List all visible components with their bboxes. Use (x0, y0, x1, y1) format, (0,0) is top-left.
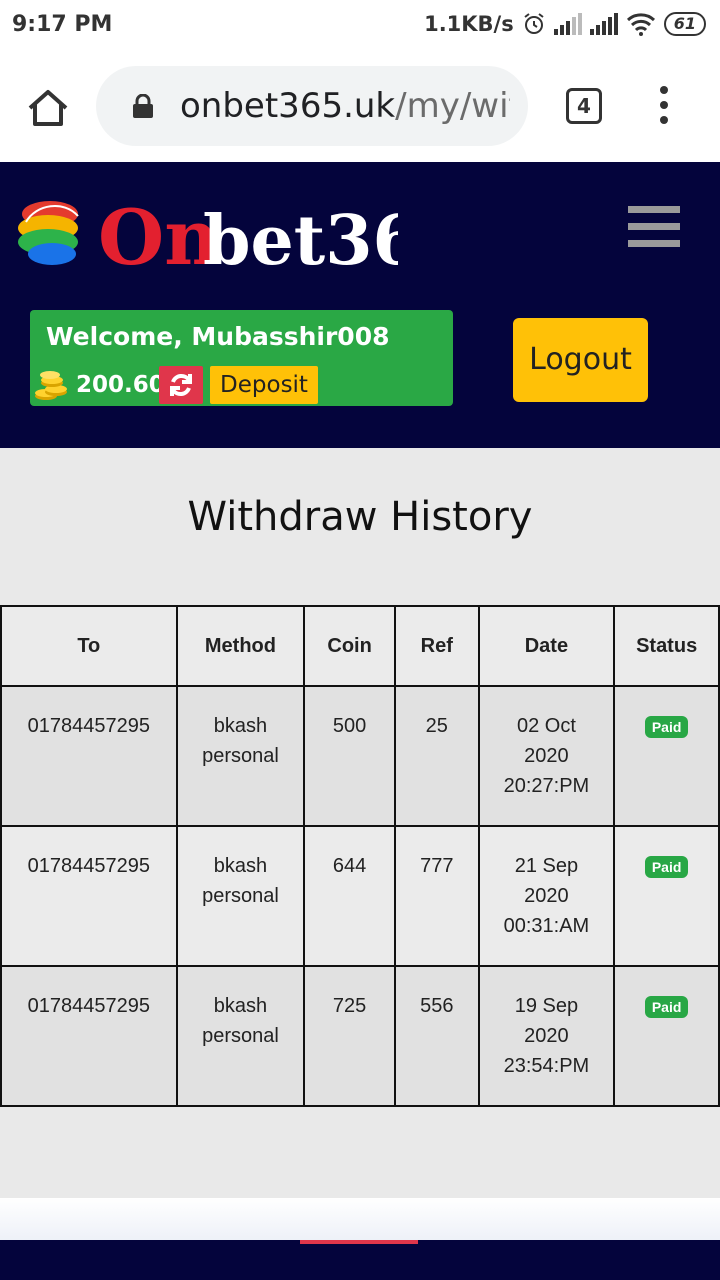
column-header-date: Date (477, 605, 616, 687)
column-header-coin: Coin (303, 605, 396, 687)
url-domain: onbet365.uk (180, 86, 396, 126)
cell-date: 21 Sep 2020 00:31:AM (477, 825, 616, 967)
date-line: 02 Oct (516, 715, 576, 737)
method-line: bkash (213, 715, 268, 737)
wifi-icon (626, 13, 655, 36)
status-icons: 1.1KB/s 61 (424, 12, 706, 36)
date-line: 20:27:PM (503, 775, 590, 797)
table-header-row: To Method Coin Ref Date Status (0, 605, 720, 687)
cell-to: 01784457295 (0, 825, 178, 967)
refresh-balance-button[interactable] (159, 366, 203, 404)
date-line: 19 Sep (514, 995, 579, 1017)
table-row: 01784457295 bkash personal 500 25 02 Oct 2… (0, 685, 720, 827)
refresh-icon (170, 374, 192, 396)
battery-indicator: 61 (663, 12, 706, 36)
welcome-text: Welcome, Mubasshir008 (46, 322, 390, 351)
column-header-ref: Ref (393, 605, 480, 687)
footer-divider (0, 1198, 720, 1240)
cell-ref: 777 (393, 825, 480, 967)
footer-accent (300, 1240, 418, 1244)
cell-status: Paid (613, 685, 720, 827)
site-header: On bet365 Welcome, Mubasshir008 200.60 D… (0, 162, 720, 448)
date-line: 21 Sep (514, 855, 579, 877)
onbet365-logo[interactable]: On bet365 (18, 186, 398, 276)
cell-method: bkash personal (175, 825, 306, 967)
status-time: 9:17 PM (12, 12, 113, 37)
tab-switcher-button[interactable]: 4 (566, 88, 602, 124)
method-line: bkash (213, 855, 268, 877)
page-title: Withdraw History (187, 494, 533, 540)
date-line: 2020 (524, 745, 569, 767)
method-line: personal (202, 885, 279, 907)
more-menu-icon[interactable] (656, 86, 672, 128)
column-header-method: Method (175, 605, 306, 687)
cell-status: Paid (613, 825, 720, 967)
cell-status: Paid (613, 965, 720, 1107)
column-header-status: Status (613, 605, 720, 687)
network-speed: 1.1KB/s (424, 12, 514, 36)
cell-coin: 644 (303, 825, 396, 967)
cell-ref: 556 (393, 965, 480, 1107)
cell-to: 01784457295 (0, 965, 178, 1107)
logout-button[interactable]: Logout (513, 318, 648, 402)
date-line: 2020 (524, 885, 569, 907)
date-line: 23:54:PM (503, 1055, 590, 1077)
coins-icon (35, 371, 67, 400)
cell-method: bkash personal (175, 685, 306, 827)
balance-amount: 200.60 (76, 372, 165, 398)
address-bar[interactable]: onbet365.uk/my/wit (96, 66, 528, 146)
table-row: 01784457295 bkash personal 644 777 21 Sep… (0, 825, 720, 967)
cell-date: 19 Sep 2020 23:54:PM (477, 965, 616, 1107)
method-line: personal (202, 1025, 279, 1047)
signal-icon (553, 13, 582, 35)
url-path: /my/wit (395, 86, 510, 126)
method-line: bkash (213, 995, 268, 1017)
cell-ref: 25 (393, 685, 480, 827)
status-badge: Paid (644, 996, 689, 1018)
browser-toolbar: onbet365.uk/my/wit 4 (0, 52, 720, 162)
status-badge: Paid (644, 856, 689, 878)
cell-coin: 725 (303, 965, 396, 1107)
cell-coin: 500 (303, 685, 396, 827)
home-icon[interactable] (26, 86, 70, 130)
signal-icon-2 (589, 13, 618, 35)
lock-icon (133, 94, 153, 118)
cell-to: 01784457295 (0, 685, 178, 827)
cell-method: bkash personal (175, 965, 306, 1107)
hamburger-menu-icon[interactable] (628, 206, 680, 250)
url-text: onbet365.uk/my/wit (180, 86, 510, 126)
withdraw-history-table: To Method Coin Ref Date Status 017844572… (0, 605, 720, 1107)
status-badge: Paid (644, 716, 689, 738)
site-footer (0, 1240, 720, 1280)
alarm-icon (524, 13, 544, 34)
account-panel: Welcome, Mubasshir008 200.60 Deposit (30, 310, 453, 406)
column-header-to: To (0, 605, 178, 687)
svg-text:bet365: bet365 (203, 201, 398, 276)
deposit-button[interactable]: Deposit (210, 366, 318, 404)
status-bar: 9:17 PM 1.1KB/s 61 (0, 0, 720, 52)
date-line: 00:31:AM (503, 915, 590, 937)
cell-date: 02 Oct 2020 20:27:PM (477, 685, 616, 827)
svg-text:On: On (98, 193, 219, 276)
table-row: 01784457295 bkash personal 725 556 19 Sep… (0, 965, 720, 1107)
date-line: 2020 (524, 1025, 569, 1047)
method-line: personal (202, 745, 279, 767)
